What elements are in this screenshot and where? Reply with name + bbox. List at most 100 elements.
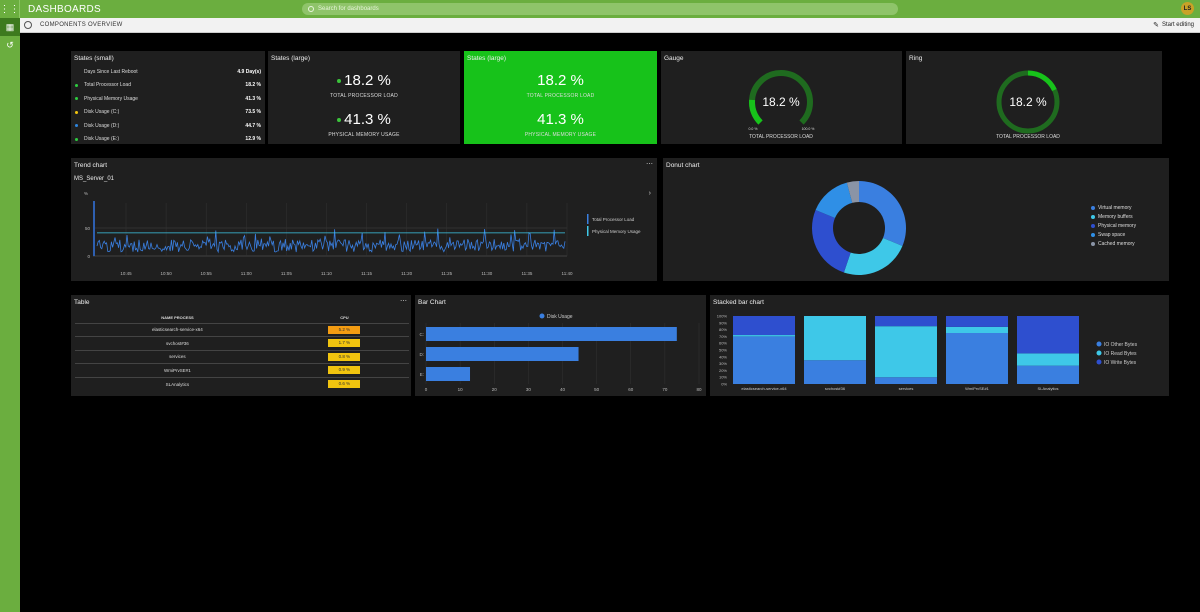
x-tick-label: 20 — [492, 387, 498, 392]
avatar[interactable]: LS — [1181, 2, 1194, 15]
donut-slice[interactable] — [843, 237, 903, 275]
state-value: 44.7 % — [245, 122, 261, 129]
legend-label: IO Other Bytes — [1104, 342, 1138, 348]
legend-marker — [1091, 233, 1095, 237]
stacked-bar-segment[interactable] — [733, 335, 795, 337]
x-tick-label: 0 — [425, 387, 428, 392]
search-input[interactable]: Search for dashboards — [302, 3, 898, 15]
gauge-label: TOTAL PROCESSOR LOAD — [749, 134, 813, 140]
y-tick-label: C: — [420, 332, 425, 337]
y-tick-label: 30% — [719, 361, 727, 366]
stacked-bar-segment[interactable] — [733, 336, 795, 384]
cpu-badge: 1.7 % — [328, 339, 361, 348]
breadcrumb: COMPONENTS OVERVIEW — [40, 22, 123, 28]
stacked-bar-segment[interactable] — [875, 316, 937, 327]
stacked-bar-segment[interactable] — [875, 377, 937, 384]
legend-label: IO Write Bytes — [1104, 360, 1137, 366]
dashboards-icon[interactable]: ▦ — [0, 18, 20, 36]
legend-marker — [587, 226, 589, 236]
state-row: Disk Usage (E:) 12.9 % — [75, 133, 261, 146]
bar[interactable] — [426, 347, 579, 361]
stacked-bar-chart: 100%90% 80% 70% 60% 50%40% 30% 20% 10% 0% elastic… — [717, 314, 1138, 392]
app-launcher-icon[interactable]: ⋮⋮ — [0, 0, 20, 18]
bar[interactable] — [426, 327, 677, 341]
stacked-bar-segment[interactable] — [946, 316, 1008, 327]
table-tile[interactable]: Table ⋯ NAME PROCESS CPU elasticsearch-s… — [71, 295, 411, 396]
y-tick-label: E: — [420, 372, 424, 377]
processor-load-value: 18.2 % — [268, 72, 460, 89]
x-tick-label: 11:00 — [241, 271, 252, 276]
table-row[interactable]: services 0.8 % — [75, 349, 409, 364]
stacked-bar-segment[interactable] — [733, 316, 795, 336]
states-large-tile[interactable]: States (large) 18.2 % TOTAL PROCESSOR LO… — [268, 51, 460, 144]
start-editing-button[interactable]: ✎ Start editing — [1153, 21, 1194, 29]
state-value: 4.9 Day(s) — [237, 68, 261, 75]
table-row[interactable]: elasticsearch-service-x64 5.2 % — [75, 322, 409, 337]
process-name: SLAnalytics — [75, 376, 280, 391]
memory-usage-label: PHYSICAL MEMORY USAGE — [524, 132, 597, 138]
stacked-bar-segment[interactable] — [946, 326, 1008, 333]
states-small-tile[interactable]: States (small) Days Since Last Reboot 4.9… — [71, 51, 265, 144]
cpu-badge: 0.9 % — [328, 366, 361, 375]
trend-chart: % 50 0 10:45 10:50 10:55 11:00 11:05 11:10 11:15 1… — [84, 191, 641, 276]
cpu-cell: 0.6 % — [279, 376, 409, 391]
donut-slice[interactable] — [812, 210, 851, 273]
process-name: services — [75, 349, 280, 364]
pencil-icon: ✎ — [1153, 22, 1159, 29]
status-dot — [75, 137, 78, 141]
y-tick-label: 60% — [719, 341, 727, 346]
sidebar: ▦ ↺ — [0, 18, 20, 612]
bar[interactable] — [426, 367, 471, 381]
stacked-bar-segment[interactable] — [875, 326, 937, 378]
range-handle[interactable] — [93, 201, 95, 256]
legend-item[interactable]: Physical memory — [1091, 223, 1136, 229]
cpu-cell: 0.8 % — [279, 349, 409, 364]
states-large-green-tile[interactable]: States (large) 18.2 % TOTAL PROCESSOR LO… — [464, 51, 657, 144]
stacked-bar-segment[interactable] — [1017, 365, 1079, 384]
gauge-tile[interactable]: Gauge 18.2 % 0.0 % 100.0 % TOTAL PROCESS… — [661, 51, 902, 144]
trend-chart-tile[interactable]: Trend chart ⋯ MS_Server_01 › % 50 0 10:45 10… — [71, 158, 657, 281]
gauge-value: 18.2 % — [762, 95, 800, 109]
stacked-bar-segment[interactable] — [1017, 353, 1079, 366]
donut-slice[interactable] — [859, 181, 906, 246]
cpu-cell: 5.2 % — [279, 322, 409, 337]
table-row[interactable]: svchost#36 1.7 % — [75, 336, 409, 350]
table-row[interactable]: WmiPrvSE#1 0.9 % — [75, 363, 409, 377]
legend-marker — [1091, 242, 1095, 246]
y-tick-label: D: — [420, 352, 425, 357]
refresh-icon[interactable] — [24, 21, 32, 29]
legend-item[interactable]: Virtual memory — [1091, 205, 1132, 211]
state-label: Disk Usage (D:) — [84, 122, 120, 129]
table-row[interactable]: SLAnalytics 0.6 % — [75, 376, 409, 391]
x-tick-label: 10:55 — [201, 271, 213, 276]
y-tick-label: 0 — [87, 254, 90, 259]
stacked-bar-chart-tile[interactable]: Stacked bar chart 100% 90% 80% 70% 60% 50% 40%… — [710, 295, 1169, 396]
column-header: NAME PROCESS — [161, 315, 194, 321]
legend-item[interactable]: Memory buffers — [1091, 214, 1133, 220]
legend-label: Memory buffers — [1098, 214, 1133, 220]
y-tick-label: 20% — [719, 368, 727, 373]
history-icon[interactable]: ↺ — [0, 36, 20, 54]
x-tick-label: 50 — [594, 387, 600, 392]
more-options-icon[interactable]: ⋯ — [400, 297, 407, 305]
legend-label: Virtual memory — [1098, 205, 1132, 211]
state-value: 41.3 % — [245, 95, 261, 102]
bar-chart-tile[interactable]: Bar Chart Disk Usage 0 10 20 30 40 50 60 70 80 C: D… — [415, 295, 706, 396]
state-row: Disk Usage (C:) 73.5 % — [75, 106, 261, 119]
legend-label: Disk Usage — [547, 314, 573, 320]
ring-tile[interactable]: Ring 18.2 % TOTAL PROCESSOR LOAD — [906, 51, 1162, 144]
stacked-bar-segment[interactable] — [804, 316, 866, 361]
tile-title: States (large) — [467, 55, 507, 62]
legend-item[interactable]: Cached memory — [1091, 241, 1135, 247]
status-dot — [75, 110, 78, 114]
x-tick-label: 40 — [560, 387, 566, 392]
stacked-bar-segment[interactable] — [804, 360, 866, 384]
x-tick-label: 11:15 — [361, 271, 372, 276]
donut-chart-tile[interactable]: Donut chart Virtual memory Memory buffers… — [663, 158, 1169, 281]
status-dot — [75, 70, 78, 73]
legend-item[interactable]: Swap space — [1091, 232, 1125, 238]
stacked-bar-segment[interactable] — [1017, 316, 1079, 354]
stacked-bar-segment[interactable] — [946, 333, 1008, 384]
state-row: Physical Memory Usage 41.3 % — [75, 92, 261, 105]
y-tick-label: 50% — [719, 348, 727, 353]
